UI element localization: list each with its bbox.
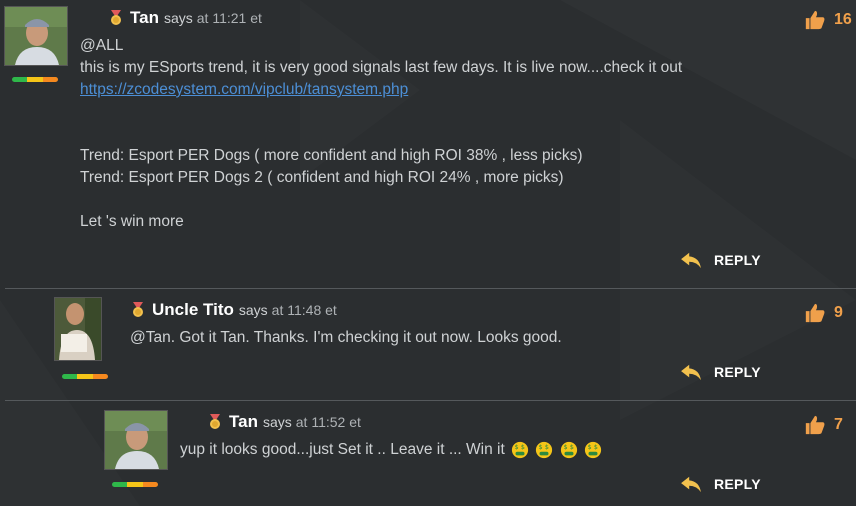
comment-time: at 11:48 et (271, 302, 337, 318)
comment-line: Trend: Esport PER Dogs 2 ( confident and… (80, 169, 564, 186)
comment-time: at 11:21 et (196, 10, 262, 26)
svg-text:$: $ (515, 444, 519, 451)
rating-meter (62, 374, 108, 379)
money-mouth-face-icon: $ $ (560, 441, 577, 459)
svg-text:$: $ (545, 444, 549, 451)
reply-button[interactable]: REPLY (680, 251, 761, 269)
reply-label: REPLY (714, 364, 761, 380)
thumbs-up-icon (805, 10, 825, 30)
comment-line: @ALL (80, 37, 124, 54)
thumbs-up-icon (805, 415, 825, 435)
like-count: 7 (834, 416, 843, 433)
svg-text:$: $ (570, 444, 574, 451)
medal-icon (133, 302, 143, 317)
medal-icon (210, 414, 220, 429)
reply-button[interactable]: REPLY (680, 475, 761, 493)
comment-text: yup it looks good...just Set it .. Leave… (180, 441, 505, 458)
like-button[interactable]: 9 (804, 302, 843, 324)
comment-line: Let 's win more (80, 213, 184, 230)
author-name[interactable]: Tan (130, 8, 159, 28)
reply-arrow-icon (681, 252, 701, 269)
medal-icon (111, 10, 121, 25)
svg-text:$: $ (521, 444, 525, 451)
svg-text:$: $ (588, 444, 592, 451)
comment-body: @Tan. Got it Tan. Thanks. I'm checking i… (130, 327, 562, 349)
svg-text:$: $ (594, 444, 598, 451)
avatar[interactable] (4, 6, 68, 66)
comment-line: yup it looks good...just Set it .. Leave… (180, 439, 602, 461)
says-label: says (238, 302, 268, 318)
comment-time: at 11:52 et (295, 414, 361, 430)
money-mouth-face-icon: $ $ (584, 441, 602, 459)
rating-meter (112, 482, 158, 487)
says-label: says (163, 10, 193, 26)
divider (5, 400, 856, 401)
comment-line: this is my ESports trend, it is very goo… (80, 59, 683, 76)
like-count: 16 (834, 11, 852, 28)
reply-arrow-icon (681, 364, 701, 381)
money-mouth-face-icon: $ $ (536, 441, 553, 459)
like-button[interactable]: 7 (804, 414, 843, 436)
rating-meter (12, 77, 58, 82)
avatar-image (5, 7, 67, 65)
author-name[interactable]: Uncle Tito (152, 300, 234, 320)
divider (5, 288, 856, 289)
svg-text:$: $ (539, 444, 543, 451)
svg-text:$: $ (563, 444, 567, 451)
thumbs-up-icon (805, 303, 825, 323)
reply-label: REPLY (714, 252, 761, 268)
comment-body: @ALL this is my ESports trend, it is ver… (80, 35, 682, 233)
comment-line: Trend: Esport PER Dogs ( more confident … (80, 147, 583, 164)
avatar-image (55, 298, 101, 360)
money-mouth-face-icon: $ $ (512, 441, 529, 459)
avatar-image (105, 411, 167, 469)
avatar[interactable] (54, 297, 102, 361)
comment-body: yup it looks good...just Set it .. Leave… (180, 439, 602, 461)
like-count: 9 (834, 304, 843, 321)
comment-line: @Tan. Got it Tan. Thanks. I'm checking i… (130, 329, 562, 346)
reply-arrow-icon (681, 476, 701, 493)
reply-label: REPLY (714, 476, 761, 492)
author-name[interactable]: Tan (229, 412, 258, 432)
avatar[interactable] (104, 410, 168, 470)
says-label: says (262, 414, 292, 430)
comment-link[interactable]: https://zcodesystem.com/vipclub/tansyste… (80, 81, 408, 98)
like-button[interactable]: 16 (804, 9, 852, 31)
reply-button[interactable]: REPLY (680, 363, 761, 381)
